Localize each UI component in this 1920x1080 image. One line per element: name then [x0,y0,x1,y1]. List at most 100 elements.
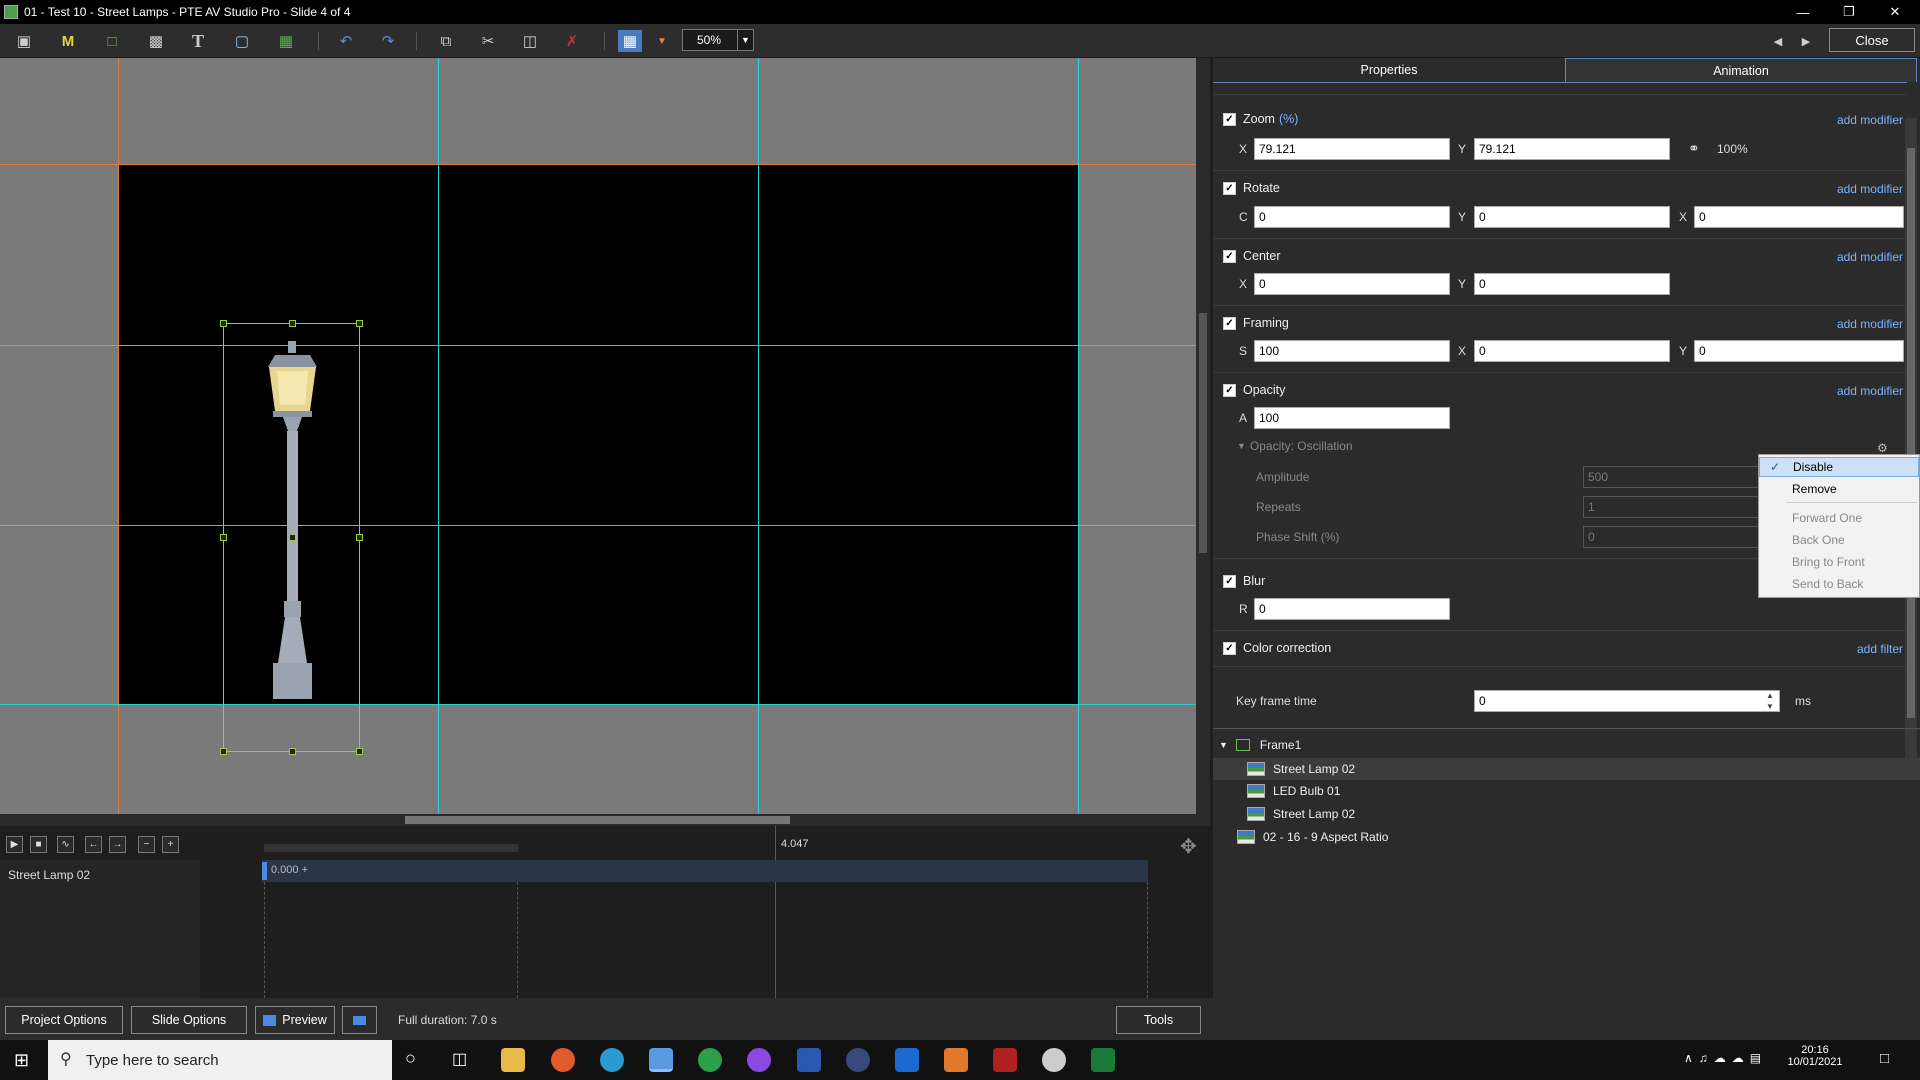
redo-icon[interactable]: ↷ [376,30,400,52]
tools-button[interactable]: Tools [1116,1006,1201,1034]
resize-handle[interactable] [220,534,227,541]
center-y-input[interactable]: 0 [1474,273,1670,295]
task-view-icon[interactable]: ◫ [452,1049,467,1069]
framing-add-modifier-link[interactable]: add modifier [1773,317,1903,331]
publish-button[interactable] [342,1006,377,1034]
previous-slide-icon[interactable]: ◀ [1766,30,1790,52]
cortana-icon[interactable]: ○ [405,1048,416,1069]
framing-s-input[interactable]: 100 [1254,340,1450,362]
slide-canvas[interactable] [0,58,1196,814]
windows-start-icon[interactable]: ⊞ [14,1050,29,1071]
scroll-thumb[interactable] [1907,148,1915,718]
zoom-out-icon[interactable]: − [138,836,155,853]
preview-button[interactable]: Preview [255,1006,335,1034]
notification-icon[interactable]: □ [1880,1050,1889,1067]
keyframe-time-input[interactable]: 0 [1474,690,1780,712]
delete-icon[interactable]: ✗ [560,30,584,52]
chevron-down-icon[interactable]: ▼ [737,30,753,50]
resize-handle[interactable] [220,320,227,327]
scroll-thumb[interactable] [1199,313,1207,553]
paste-icon[interactable]: ◫ [518,30,542,52]
rotate-c-input[interactable]: 0 [1254,206,1450,228]
scroll-thumb[interactable] [405,816,790,824]
move-icon[interactable]: ✥ [1180,834,1197,859]
panel-scrollbar[interactable] [1905,118,1917,773]
minimize-button[interactable]: — [1780,0,1826,24]
firefox-icon[interactable] [551,1048,575,1072]
framing-y-input[interactable]: 0 [1694,340,1904,362]
slide-options-button[interactable]: Slide Options [131,1006,247,1034]
app-icon[interactable] [944,1048,968,1072]
keyframe-marker[interactable] [262,862,267,880]
text-icon[interactable]: T [186,30,210,52]
opacity-add-modifier-link[interactable]: add modifier [1773,384,1903,398]
image-icon[interactable]: ▦ [274,30,298,52]
tab-animation[interactable]: Animation [1565,58,1917,82]
menu-item-back-one[interactable]: Back One [1759,530,1919,550]
frame-icon[interactable]: □ [100,30,124,52]
opacity-a-input[interactable]: 100 [1254,407,1450,429]
vertical-scrollbar[interactable] [1196,58,1210,826]
resize-handle[interactable] [356,534,363,541]
add-filter-link[interactable]: add filter [1773,642,1903,656]
rotate-x-input[interactable]: 0 [1694,206,1904,228]
close-window-button[interactable]: ✕ [1872,0,1918,24]
pte-app-icon[interactable] [649,1048,673,1072]
zoom-select[interactable]: 50% ▼ [682,29,754,51]
menu-item-remove[interactable]: Remove [1759,479,1919,499]
menu-item-bring-to-front[interactable]: Bring to Front [1759,552,1919,572]
tree-item-street-lamp-selected[interactable]: Street Lamp 02 [1213,758,1920,780]
keyframe-spinner[interactable]: ▲ ▼ [1766,690,1774,712]
framing-checkbox[interactable]: ✓ [1223,316,1236,330]
copy-icon[interactable]: ⧉ [434,30,458,52]
resize-handle[interactable] [356,748,363,755]
outlook-icon[interactable] [895,1048,919,1072]
blur-checkbox[interactable]: ✓ [1223,574,1236,588]
color-correction-checkbox[interactable]: ✓ [1223,641,1236,655]
center-handle[interactable] [289,534,296,541]
playhead[interactable] [775,826,776,998]
cut-icon[interactable]: ✂ [476,30,500,52]
close-button[interactable]: Close [1829,28,1915,52]
rotate-add-modifier-link[interactable]: add modifier [1773,182,1903,196]
link-icon[interactable]: ⚭ [1688,140,1700,157]
mask-icon[interactable]: M [56,30,80,52]
edge-icon[interactable] [600,1048,624,1072]
zoom-add-modifier-link[interactable]: add modifier [1773,113,1903,127]
oscillation-header[interactable]: ▼ Opacity: Oscillation [1237,439,1353,453]
app-icon[interactable] [698,1048,722,1072]
tree-item-frame1[interactable]: ▼ Frame1 [1219,738,1301,752]
arrow-right-icon[interactable]: → [109,836,126,853]
resize-handle[interactable] [289,320,296,327]
arrow-left-icon[interactable]: ← [85,836,102,853]
zoom-checkbox[interactable]: ✓ [1223,112,1236,126]
menu-item-forward-one[interactable]: Forward One [1759,508,1919,528]
rotate-checkbox[interactable]: ✓ [1223,181,1236,195]
button-icon[interactable]: ▩ [144,30,168,52]
tree-item-led-bulb[interactable]: LED Bulb 01 [1247,784,1340,798]
grid-icon[interactable]: ▦ [618,30,642,52]
selection-box[interactable] [220,320,363,755]
menu-item-disable[interactable]: ✓ Disable [1759,457,1919,477]
rectangle-icon[interactable]: ▢ [230,30,254,52]
app-icon[interactable] [747,1048,771,1072]
next-slide-icon[interactable]: ▶ [1794,30,1818,52]
horizontal-scrollbar[interactable] [0,814,1196,826]
system-tray-icons[interactable]: ∧♫☁☁▤ [1684,1051,1767,1065]
center-checkbox[interactable]: ✓ [1223,249,1236,263]
word-icon[interactable] [797,1048,821,1072]
app-icon[interactable] [993,1048,1017,1072]
tab-properties[interactable]: Properties [1213,58,1565,82]
camera-icon[interactable]: ▣ [12,30,36,52]
rotate-y-input[interactable]: 0 [1474,206,1670,228]
file-explorer-icon[interactable] [501,1048,525,1072]
zoom-y-input[interactable]: 79.121 [1474,138,1670,160]
undo-icon[interactable]: ↶ [334,30,358,52]
excel-icon[interactable] [1091,1048,1115,1072]
project-options-button[interactable]: Project Options [5,1006,123,1034]
track-bar[interactable] [262,860,1148,882]
restore-button[interactable]: ❐ [1826,0,1872,24]
resize-handle[interactable] [220,748,227,755]
waveform-icon[interactable]: ∿ [57,836,74,853]
menu-item-send-to-back[interactable]: Send to Back [1759,574,1919,594]
